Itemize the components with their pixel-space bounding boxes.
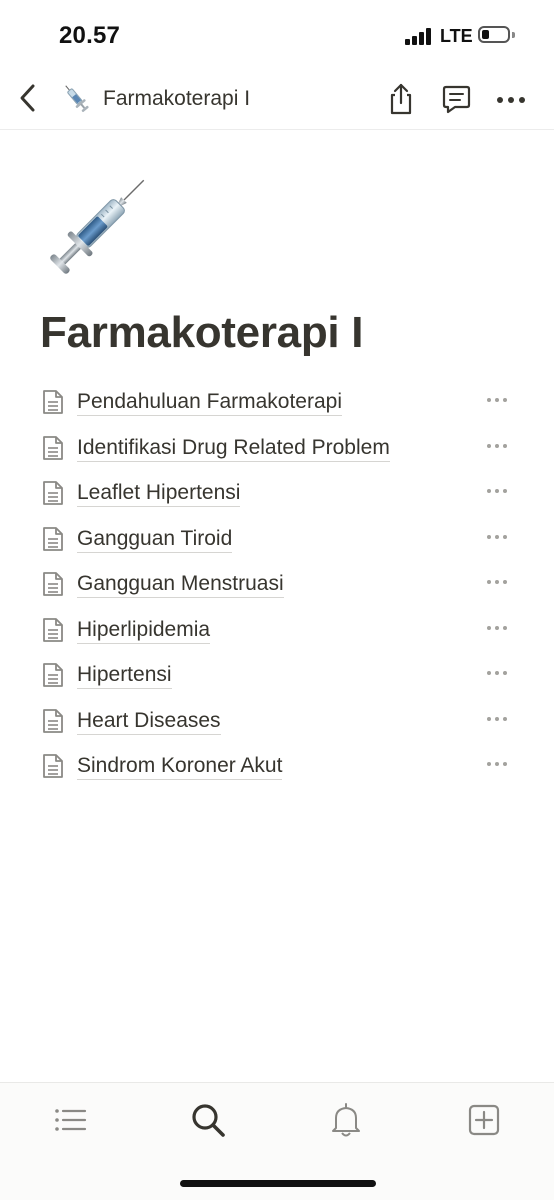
chevron-left-icon: [20, 84, 35, 112]
status-time: 20.57: [59, 22, 121, 49]
syringe-icon: [50, 179, 145, 274]
add-page-icon: [468, 1104, 500, 1136]
item-more-button[interactable]: [485, 671, 509, 677]
document-icon: [41, 480, 65, 506]
item-more-button[interactable]: [485, 580, 509, 586]
list-item-label[interactable]: Heart Diseases: [77, 707, 221, 735]
more-options-button[interactable]: [496, 82, 528, 116]
document-icon: [41, 708, 65, 734]
tab-sidebar-button[interactable]: [51, 1101, 89, 1139]
tab-notifications-button[interactable]: [327, 1101, 365, 1139]
search-icon: [192, 1104, 225, 1137]
list-item[interactable]: Hiperlipidemia: [0, 606, 554, 652]
list-item[interactable]: Leaflet Hipertensi: [0, 469, 554, 515]
item-more-button[interactable]: [485, 443, 509, 450]
list-item[interactable]: Heart Diseases: [0, 697, 554, 743]
list-item[interactable]: Gangguan Tiroid: [0, 515, 554, 561]
item-more-button[interactable]: [485, 716, 509, 723]
list-item-label[interactable]: Hiperlipidemia: [77, 616, 211, 644]
list-item[interactable]: Sindrom Koroner Akut: [0, 742, 554, 788]
share-icon: [390, 83, 412, 115]
comment-icon: [442, 85, 471, 114]
syringe-icon: [60, 82, 92, 114]
list-item[interactable]: Pendahuluan Farmakoterapi: [0, 378, 554, 424]
top-nav-bar: Farmakoterapi I: [0, 70, 554, 130]
document-icon: [41, 617, 65, 643]
list-icon: [55, 1109, 87, 1131]
document-icon: [41, 389, 65, 415]
home-indicator[interactable]: [180, 1180, 376, 1187]
document-icon: [41, 526, 65, 552]
list-item[interactable]: Gangguan Menstruasi: [0, 560, 554, 606]
share-button[interactable]: [385, 82, 417, 116]
item-more-button[interactable]: [485, 489, 509, 495]
item-more-button[interactable]: [485, 534, 509, 541]
list-item-label[interactable]: Gangguan Menstruasi: [77, 570, 284, 598]
page-icon-syringe[interactable]: [34, 178, 146, 288]
network-type: LTE: [440, 26, 473, 46]
list-item-label[interactable]: Identifikasi Drug Related Problem: [77, 434, 390, 462]
list-item[interactable]: Identifikasi Drug Related Problem: [0, 424, 554, 470]
list-item-label[interactable]: Pendahuluan Farmakoterapi: [77, 388, 343, 416]
nav-page-title[interactable]: Farmakoterapi I: [103, 87, 250, 111]
battery-icon: [478, 26, 510, 43]
status-bar: 20.57 LTE: [0, 0, 554, 70]
tab-new-page-button[interactable]: [465, 1101, 503, 1139]
subpage-list: Pendahuluan Farmakoterapi Identifikasi D…: [0, 378, 554, 788]
list-item-label[interactable]: Leaflet Hipertensi: [77, 479, 241, 507]
item-more-button[interactable]: [485, 398, 509, 404]
more-horizontal-icon: [497, 97, 525, 103]
item-more-button[interactable]: [485, 762, 509, 768]
page-title[interactable]: Farmakoterapi I: [40, 308, 363, 358]
list-item-label[interactable]: Gangguan Tiroid: [77, 525, 233, 553]
document-icon: [41, 753, 65, 779]
tab-search-button[interactable]: [189, 1101, 227, 1139]
comments-button[interactable]: [440, 82, 472, 116]
back-button[interactable]: [14, 82, 42, 114]
document-icon: [41, 435, 65, 461]
item-more-button[interactable]: [485, 625, 509, 632]
bell-icon: [332, 1103, 360, 1137]
cellular-signal-icon: [405, 27, 435, 45]
list-item-label[interactable]: Sindrom Koroner Akut: [77, 752, 283, 780]
document-icon: [41, 662, 65, 688]
list-item[interactable]: Hipertensi: [0, 651, 554, 697]
document-icon: [41, 571, 65, 597]
list-item-label[interactable]: Hipertensi: [77, 661, 172, 689]
